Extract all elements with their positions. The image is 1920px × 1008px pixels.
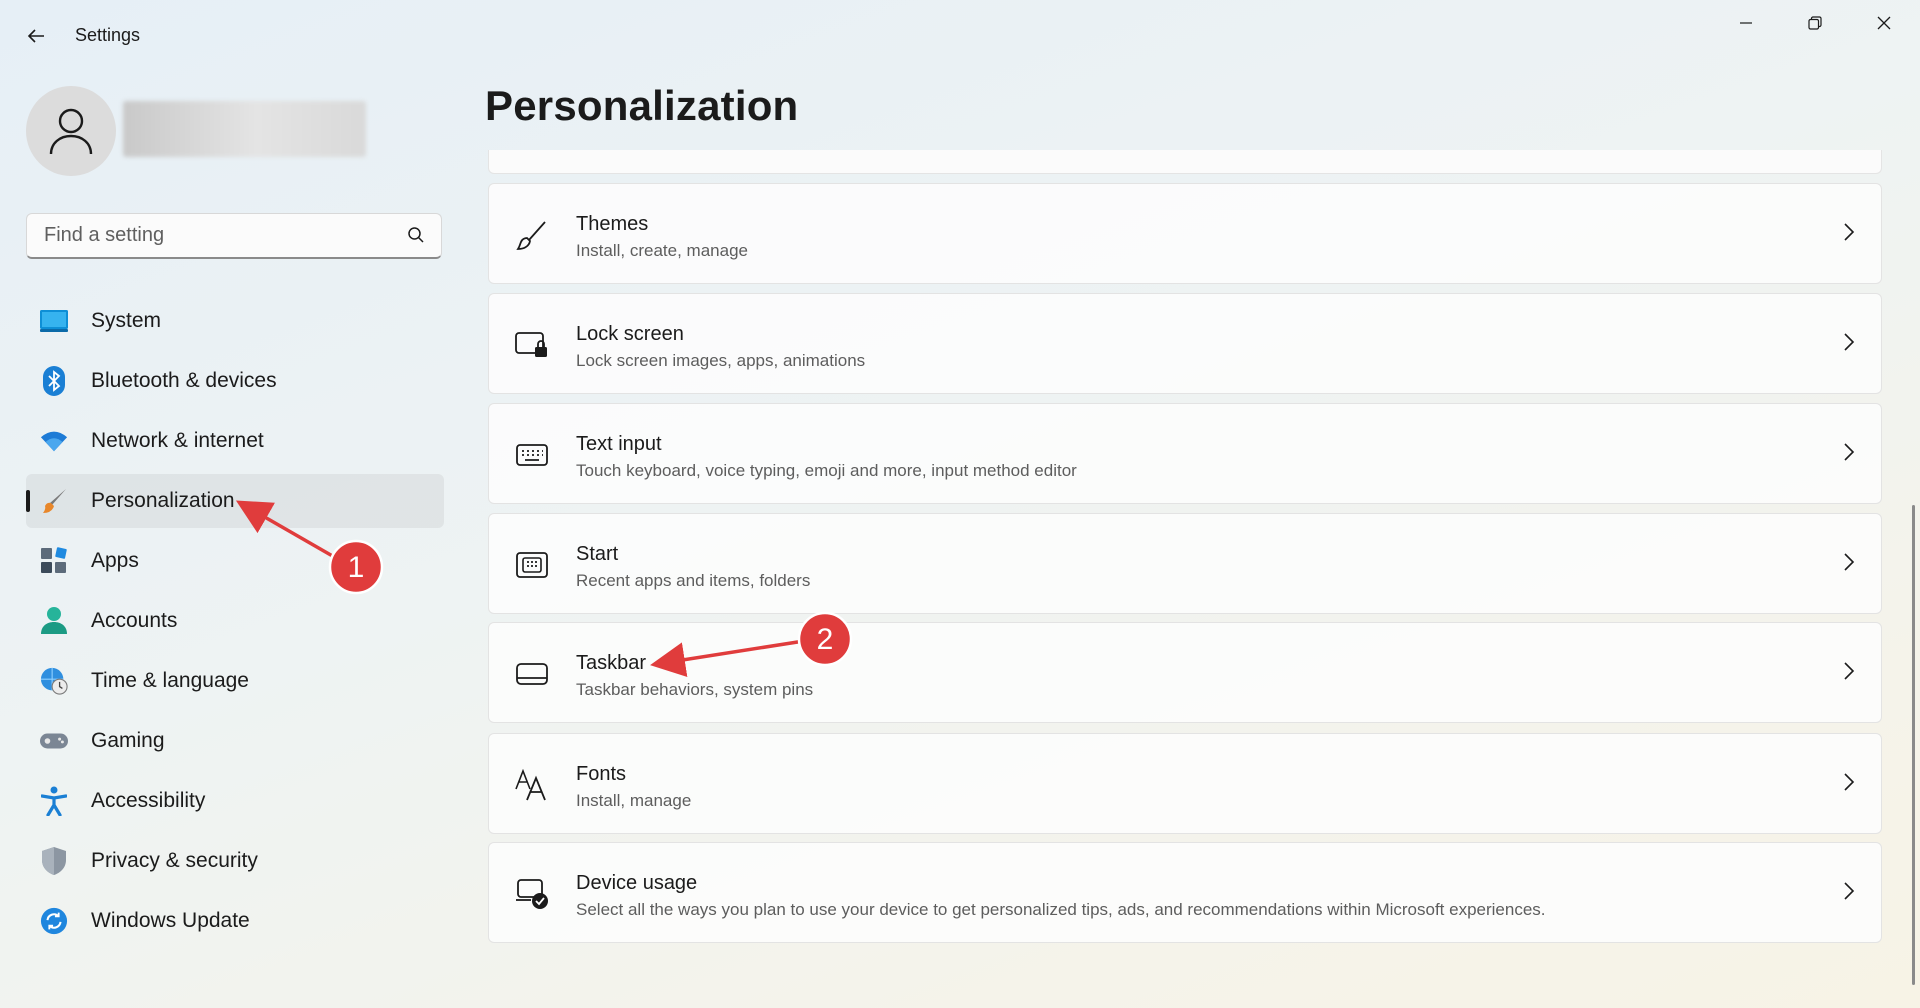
sidebar-nav: System Bluetooth & devices Network & int… [26,294,444,954]
card-title: Lock screen [576,323,684,345]
card-text-input[interactable]: Text input Touch keyboard, voice typing,… [488,403,1882,504]
card-subtitle: Taskbar behaviors, system pins [576,680,814,699]
card-subtitle: Select all the ways you plan to use your… [576,900,1546,919]
back-arrow-icon [27,29,44,43]
keyboard-icon [515,438,549,472]
card-device-usage[interactable]: Device usage Select all the ways you pla… [488,842,1882,943]
taskbar-icon [515,657,549,691]
sidebar-item-network[interactable]: Network & internet [26,414,444,468]
chevron-right-icon [1843,881,1855,906]
card-taskbar[interactable]: Taskbar Taskbar behaviors, system pins [488,622,1882,723]
card-title: Themes [576,213,649,235]
card-title: Fonts [576,763,627,785]
username-blurred [123,101,366,157]
system-monitor-icon [40,307,68,335]
previous-card-edge [488,150,1882,174]
update-icon [40,907,68,935]
sidebar-item-accessibility[interactable]: Accessibility [26,774,444,828]
sidebar-item-personalization[interactable]: Personalization [26,474,444,528]
sidebar-item-privacy-security[interactable]: Privacy & security [26,834,444,888]
sidebar-item-label: Personalization [91,489,235,512]
start-icon [515,548,549,582]
chevron-right-icon [1843,442,1855,467]
sidebar-item-windows-update[interactable]: Windows Update [26,894,444,948]
sidebar-item-accounts[interactable]: Accounts [26,594,444,648]
sidebar-item-label: Apps [91,549,139,572]
sidebar-item-gaming[interactable]: Gaming [26,714,444,768]
accessibility-icon [40,786,68,816]
card-themes[interactable]: Themes Install, create, manage [488,183,1882,284]
card-lock-screen[interactable]: Lock screen Lock screen images, apps, an… [488,293,1882,394]
card-title: Start [576,543,619,565]
title-bar: Settings [0,0,1920,72]
close-icon [1877,16,1891,30]
page-title: Personalization [485,82,799,129]
sidebar-item-label: Windows Update [91,909,250,932]
sidebar-item-label: Time & language [91,669,249,692]
card-subtitle: Install, manage [576,791,692,810]
sidebar-item-bluetooth[interactable]: Bluetooth & devices [26,354,444,408]
apps-icon [40,547,68,575]
restore-icon [1808,16,1822,30]
sidebar-item-label: Accounts [91,609,178,632]
shield-icon [40,847,68,875]
card-fonts[interactable]: Fonts Install, manage [488,733,1882,834]
sidebar-item-label: Accessibility [91,789,206,812]
close-button[interactable] [1850,0,1918,46]
brush-icon [515,218,549,252]
vertical-scrollbar[interactable] [1912,505,1915,985]
lock-screen-icon [515,328,549,362]
gamepad-icon [40,727,68,755]
sidebar-item-time-language[interactable]: Time & language [26,654,444,708]
avatar[interactable] [26,86,116,176]
card-subtitle: Lock screen images, apps, animations [576,351,866,370]
minimize-button[interactable] [1712,0,1780,46]
card-subtitle: Touch keyboard, voice typing, emoji and … [576,461,1077,480]
fonts-icon [515,768,549,802]
chevron-right-icon [1843,661,1855,686]
bluetooth-icon [40,366,68,396]
paintbrush-icon [40,487,68,515]
person-icon [40,607,68,635]
chevron-right-icon [1843,772,1855,797]
card-start[interactable]: Start Recent apps and items, folders [488,513,1882,614]
chevron-right-icon [1843,222,1855,247]
restore-button[interactable] [1781,0,1849,46]
sidebar-item-system[interactable]: System [26,294,444,348]
search-input[interactable] [42,223,386,248]
chevron-right-icon [1843,552,1855,577]
person-silhouette-icon [49,108,93,155]
sidebar-item-label: Privacy & security [91,849,258,872]
card-title: Text input [576,433,662,455]
chevron-right-icon [1843,332,1855,357]
globe-clock-icon [40,667,68,695]
wifi-icon [40,427,68,455]
card-subtitle: Recent apps and items, folders [576,571,811,590]
app-title: Settings [75,25,141,45]
sidebar-item-label: System [91,309,162,332]
device-usage-icon [515,877,549,911]
sidebar-item-label: Gaming [91,729,165,752]
search-box[interactable] [26,213,442,259]
sidebar-item-label: Network & internet [91,429,264,452]
user-profile [26,86,366,176]
card-title: Device usage [576,872,698,894]
card-title: Taskbar [576,652,647,674]
card-subtitle: Install, create, manage [576,241,748,260]
minimize-icon [1740,22,1752,24]
sidebar-item-apps[interactable]: Apps [26,534,444,588]
sidebar-item-label: Bluetooth & devices [91,369,277,392]
back-button[interactable] [18,18,54,54]
search-icon[interactable] [407,226,425,249]
